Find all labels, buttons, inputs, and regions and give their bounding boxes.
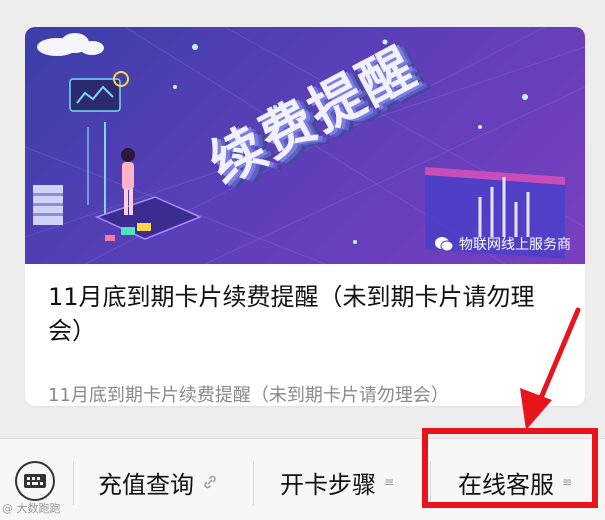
article-banner-image: 续费提醒 物联网线上服务商 (25, 27, 585, 264)
banner-watermark: 物联网线上服务商 (434, 234, 571, 254)
link-icon (204, 475, 216, 489)
menu-item-label: 充值查询 (98, 470, 194, 499)
wechat-icon (434, 236, 454, 252)
article-summary: 11月底到期卡片续费提醒（未到期卡片请勿理会） (48, 385, 449, 406)
menu-item-activation-steps[interactable]: 开卡步骤 ≡ (280, 465, 394, 499)
corner-watermark: @ 大数跑跑 (2, 502, 61, 515)
menu-divider (73, 461, 74, 505)
menu-item-label: 开卡步骤 (280, 470, 376, 499)
menu-divider (253, 461, 254, 505)
article-card[interactable]: 续费提醒 物联网线上服务商 11月底到期卡片续费提醒（未到期卡片请勿理会） 11… (25, 27, 585, 406)
banner-watermark-text: 物联网线上服务商 (459, 237, 571, 253)
menu-item-recharge-query[interactable]: 充值查询 (98, 465, 218, 499)
submenu-icon: ≡ (384, 475, 395, 489)
article-title[interactable]: 11月底到期卡片续费提醒（未到期卡片请勿理会） (48, 280, 568, 348)
annotation-highlight-box (422, 428, 598, 508)
keyboard-icon[interactable] (15, 461, 55, 501)
